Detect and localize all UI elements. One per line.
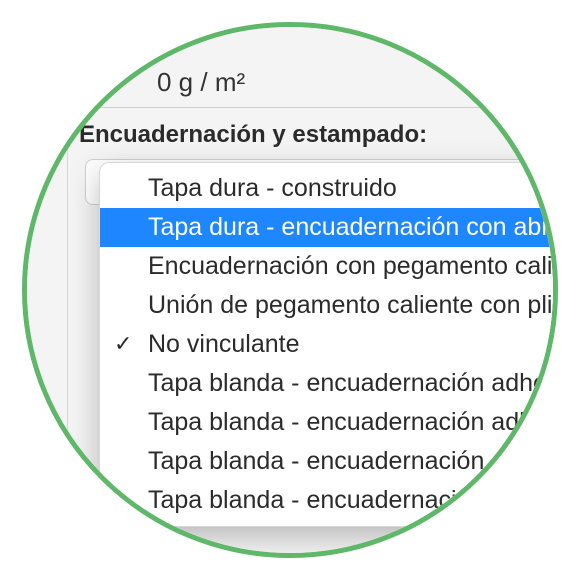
option-label: Encuadernación con pegamento caliente <box>148 252 558 280</box>
binding-dropdown-menu[interactable]: Tapa dura - construido Tapa dura - encua… <box>99 162 558 527</box>
binding-option[interactable]: Encuadernación con pegamento caliente <box>100 247 558 286</box>
binding-group-label: Encuadernación y estampado: <box>79 121 427 149</box>
binding-option[interactable]: Tapa dura - construido <box>100 169 558 208</box>
circular-mask: 0 g / m² Encuadernación y estampado: Tap… <box>22 22 558 558</box>
binding-option[interactable]: Tapa blanda - encuadernación adhesiva <box>100 403 558 442</box>
option-label: Tapa blanda - encuadernación adhesiva <box>148 408 558 436</box>
app-panel: 0 g / m² Encuadernación y estampado: Tap… <box>27 27 558 558</box>
option-label: Tapa dura - encuadernación con abrazader… <box>148 213 558 241</box>
binding-option[interactable]: Tapa blanda - encuadernación adhesiva <box>100 442 558 481</box>
section-divider <box>67 107 558 108</box>
shadow-decor <box>77 525 91 558</box>
option-label: Tapa blanda - encuadernación adhesiva <box>148 369 558 397</box>
binding-option[interactable]: Tapa blanda - encuadernación adhesiva <box>100 364 558 403</box>
weight-value: 0 g / m² <box>157 67 245 98</box>
option-label: Tapa blanda - encuadernación adhesiva <box>148 447 558 475</box>
option-label: Tapa blanda - encuadernación <box>148 486 484 514</box>
binding-option[interactable]: Tapa blanda - encuadernación <box>100 481 558 520</box>
option-label: Tapa dura - construido <box>148 174 397 202</box>
binding-option[interactable]: Tapa dura - encuadernación con abrazader… <box>100 208 558 247</box>
binding-option[interactable]: Unión de pegamento caliente con pliegue <box>100 286 558 325</box>
option-label: Unión de pegamento caliente con pliegue <box>148 291 558 319</box>
check-icon: ✓ <box>114 331 132 357</box>
binding-option[interactable]: ✓ No vinculante <box>100 325 558 364</box>
option-label: No vinculante <box>148 330 299 358</box>
